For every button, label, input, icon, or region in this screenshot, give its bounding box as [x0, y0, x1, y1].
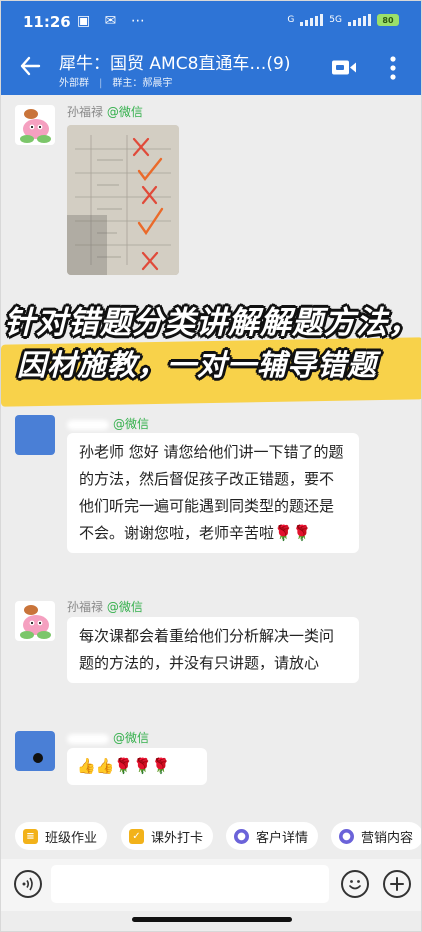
avatar[interactable] [15, 601, 55, 641]
homework-icon: ≡ [23, 828, 38, 844]
chat-subtitle: 外部群 | 群主：郝晨宇 [59, 78, 173, 89]
message-sender: 孙福禄 @微信 [67, 103, 143, 120]
avatar[interactable] [15, 415, 55, 455]
quick-action-bar: ≡ 班级作业 ✓ 课外打卡 ● 客户详情 ● 营销内容 [1, 813, 421, 859]
more-options-icon[interactable] [389, 55, 397, 81]
promo-caption-line1: 针对错题分类讲解解题方法， [4, 305, 420, 341]
avatar[interactable] [15, 731, 55, 771]
message-input-bar [1, 859, 421, 911]
homework-button[interactable]: ≡ 班级作业 [15, 822, 108, 850]
battery-icon: 80 [377, 14, 399, 26]
blurred-sender-name [67, 733, 109, 744]
quick-action-label: 客户详情 [256, 830, 309, 846]
phone-screen: 11:26 ▣ ✉ ⋯ G 5G 80 犀牛：国贸 AMC8直通车…(9) 外部… [0, 0, 422, 932]
network-label-g: G [287, 15, 295, 25]
wechat-tag: @微信 [106, 105, 143, 119]
cartoon-avatar-icon [20, 109, 51, 143]
chat-header: 犀牛：国贸 AMC8直通车…(9) 外部群 | 群主：郝晨宇 [1, 41, 421, 95]
notification-icons: ▣ ✉ ⋯ [77, 13, 150, 29]
cartoon-avatar-icon [20, 605, 51, 639]
sender-name: 孙福禄 [67, 600, 104, 614]
blurred-sender-name [67, 419, 109, 430]
quick-action-label: 班级作业 [45, 830, 98, 846]
status-indicators: G 5G 80 [287, 14, 399, 26]
back-arrow-icon[interactable] [19, 55, 41, 77]
quick-action-label: 营销内容 [361, 830, 414, 846]
homework-photo[interactable] [67, 125, 179, 275]
wechat-tag: @微信 [113, 417, 150, 431]
marketing-content-button[interactable]: ● 营销内容 [331, 822, 421, 850]
checkin-button[interactable]: ✓ 课外打卡 [121, 822, 214, 850]
chat-title: 犀牛：国贸 AMC8直通车…(9) [59, 54, 291, 74]
marketing-icon: ● [339, 828, 354, 844]
status-bar: 11:26 ▣ ✉ ⋯ G 5G 80 [1, 1, 421, 41]
smiley-icon [349, 880, 361, 890]
video-call-icon[interactable] [331, 59, 357, 76]
message-bubble[interactable]: 孙老师 您好 请您给他们讲一下错了的题的方法，然后督促孩子改正错题，要不他们听完… [67, 433, 359, 553]
voice-waves-icon [22, 877, 33, 891]
avatar[interactable] [15, 105, 55, 145]
add-more-icon [390, 877, 404, 891]
emoji-icon[interactable] [341, 870, 369, 898]
message-sender: @微信 [67, 415, 149, 432]
message-sender: @微信 [67, 729, 149, 746]
status-time: 11:26 [23, 13, 71, 31]
message-list: 孙福禄 @微信 @微信 孙老师 您好 请您给他们讲一下错了的题的方法，然后督促孩… [1, 95, 421, 811]
group-type-label: 外部群 [59, 78, 89, 89]
message-sender: 孙福禄 @微信 [67, 598, 143, 615]
group-owner-label: 群主：郝晨宇 [112, 78, 173, 89]
home-indicator[interactable] [132, 917, 292, 922]
message-input[interactable] [51, 865, 329, 903]
customer-icon: ● [234, 828, 249, 844]
voice-input-icon[interactable] [14, 870, 42, 898]
network-label-5g: 5G [329, 15, 342, 25]
wechat-tag: @微信 [113, 731, 150, 745]
message-bubble[interactable]: 每次课都会着重给他们分析解决一类问题的方法的，并没有只讲题，请放心 [67, 617, 359, 683]
graded-worksheet-image [67, 125, 179, 275]
plus-icon[interactable] [383, 870, 411, 898]
promo-caption-line2: 因材施教，一对一辅导错题 [17, 348, 378, 382]
signal-5g-icon [348, 14, 371, 26]
quick-action-label: 课外打卡 [151, 830, 204, 846]
message-bubble[interactable]: 👍👍🌹🌹🌹 [67, 748, 207, 785]
sender-name: 孙福禄 [67, 105, 104, 119]
customer-details-button[interactable]: ● 客户详情 [226, 822, 319, 850]
signal-icon [300, 14, 324, 26]
checkin-icon: ✓ [129, 828, 144, 844]
wechat-tag: @微信 [106, 600, 143, 614]
